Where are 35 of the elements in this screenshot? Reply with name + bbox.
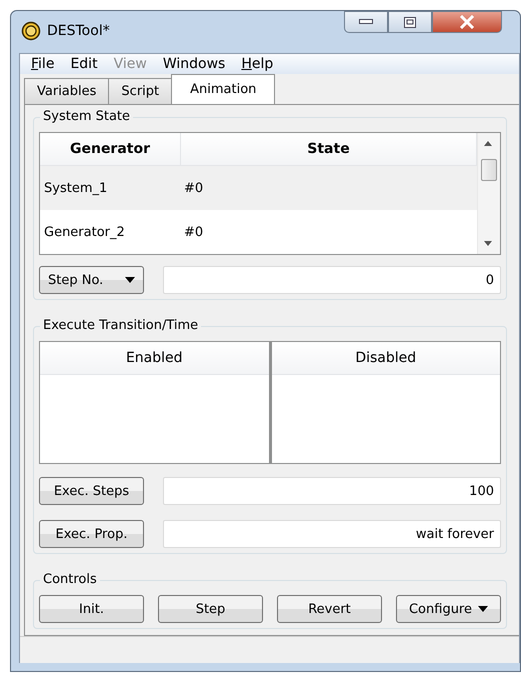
minimize-button[interactable] (344, 11, 388, 33)
menu-item[interactable]: Windows (156, 54, 232, 74)
table-row[interactable]: System_1 #0 (40, 166, 477, 210)
table-cell-text: System_1 (43, 180, 108, 196)
input-field[interactable]: 100 (163, 477, 501, 505)
close-button[interactable] (432, 11, 502, 33)
menu-item[interactable]: File (24, 54, 62, 74)
control-button[interactable]: Revert (277, 595, 382, 623)
group-title: Execute Transition/Time (40, 318, 202, 333)
group-title: System State (40, 109, 134, 124)
column-header[interactable]: Generator (40, 133, 181, 165)
step-field[interactable]: 0 (163, 266, 501, 294)
table-cell-text: Generator_2 (43, 224, 126, 240)
menu-item[interactable]: Edit (63, 54, 105, 74)
maximize-button[interactable] (388, 11, 432, 33)
tab[interactable]: Script (108, 78, 172, 104)
tab[interactable]: Variables (24, 78, 110, 104)
menu-button[interactable]: Configure (396, 595, 501, 623)
maximize-icon (404, 16, 416, 28)
control-button[interactable]: Step (158, 595, 263, 623)
table-cell-text: #0 (183, 224, 204, 240)
menu-item[interactable]: Help (234, 54, 280, 74)
control-button[interactable]: Init. (39, 595, 144, 623)
step-dropdown[interactable]: Step No. (39, 266, 144, 294)
app-logo-icon (21, 21, 41, 41)
input-field[interactable]: wait forever (163, 520, 501, 548)
table-row[interactable]: Generator_2 #0 (40, 210, 477, 254)
execute-button[interactable]: Exec. Prop. (39, 520, 144, 548)
table-cell-text: #0 (183, 180, 204, 196)
window-title: DESTool* (47, 23, 110, 39)
scrollbar[interactable] (477, 133, 500, 254)
close-icon (459, 15, 475, 29)
minimize-icon (359, 19, 373, 25)
tab[interactable]: Animation (171, 74, 276, 104)
execute-button[interactable]: Exec. Steps (39, 477, 144, 505)
